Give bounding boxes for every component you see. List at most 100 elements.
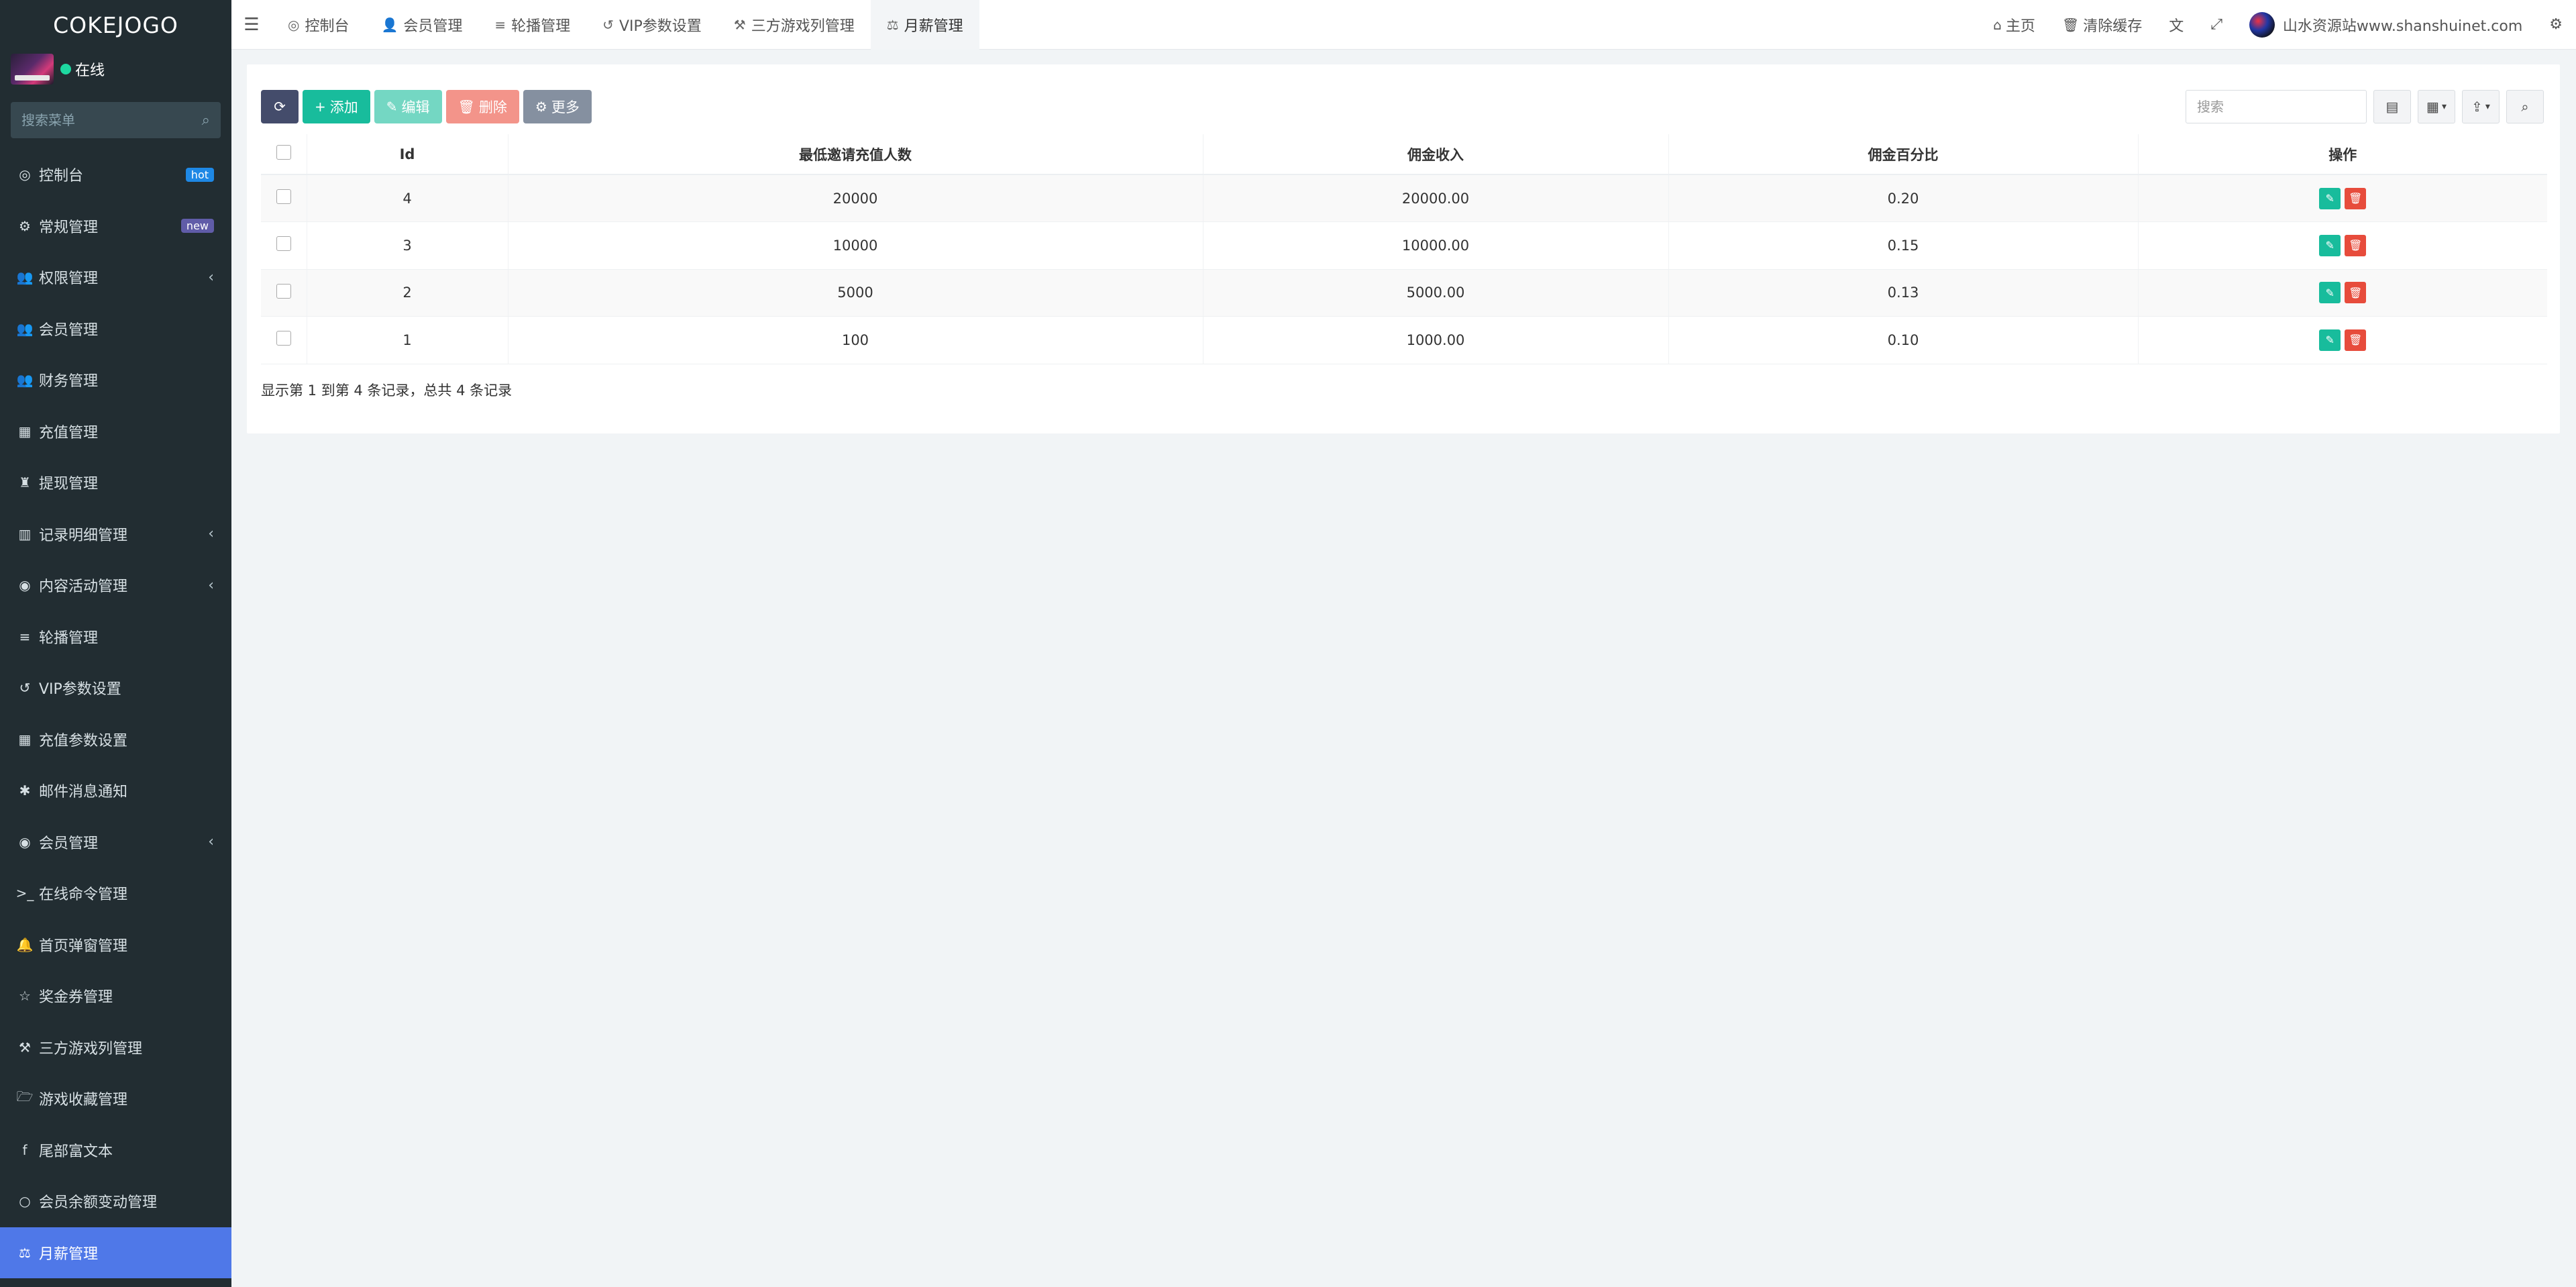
clear-cache-button[interactable]: 🗑 清除缓存: [2049, 0, 2155, 50]
row-checkbox[interactable]: [276, 189, 291, 204]
asterisk-icon: ✱: [19, 782, 31, 799]
balance-scale-icon: ⚖: [886, 16, 899, 33]
sidebar-item-0[interactable]: ◎ 控制台 hot: [0, 149, 231, 201]
tab-2[interactable]: ≡ 轮播管理: [478, 0, 586, 50]
cell-min-invite-count: 20000: [507, 174, 1203, 222]
row-actions: ✎ 🗑: [2319, 329, 2367, 351]
sidebar-item-7[interactable]: ▥ 记录明细管理 ‹: [0, 509, 231, 560]
row-checkbox[interactable]: [276, 331, 291, 346]
sidebar-item-16[interactable]: ☆ 奖金券管理: [0, 970, 231, 1022]
header-id[interactable]: Id: [306, 134, 508, 175]
menu-toggle-icon[interactable]: ☰: [231, 0, 272, 50]
export-button[interactable]: ⇪ ▾: [2462, 90, 2500, 123]
sidebar-item-14[interactable]: >_ 在线命令管理: [0, 868, 231, 919]
sidebar-item-label: 提现管理: [39, 476, 99, 493]
sidebar-badge: hot: [185, 167, 214, 182]
row-actions: ✎ 🗑: [2319, 234, 2367, 256]
row-edit-button[interactable]: ✎: [2319, 329, 2341, 351]
sidebar-item-15[interactable]: 🔔 首页弹窗管理: [0, 919, 231, 971]
table-row[interactable]: 1 100 1000.00 0.10 ✎ 🗑: [261, 316, 2547, 364]
tab-5[interactable]: ⚖ 月薪管理: [870, 0, 979, 50]
online-dot-icon: [60, 64, 71, 74]
refresh-button[interactable]: ⟳: [261, 90, 299, 123]
tab-label: 轮播管理: [511, 17, 571, 35]
clear-cache-label: 清除缓存: [2083, 17, 2143, 35]
sidebar-item-19[interactable]: f 尾部富文本: [0, 1125, 231, 1176]
cell-commission-percent: 0.13: [1668, 269, 2138, 317]
sidebar-item-3[interactable]: 👥 会员管理: [0, 303, 231, 355]
sidebar-item-1[interactable]: ⚙ 常规管理 new: [0, 201, 231, 252]
row-select-cell: [261, 269, 307, 317]
row-delete-button[interactable]: 🗑: [2345, 187, 2367, 209]
sidebar-item-12[interactable]: ✱ 邮件消息通知: [0, 765, 231, 817]
sidebar-item-20[interactable]: ○ 会员余额变动管理: [0, 1176, 231, 1227]
header-commission-income[interactable]: 佣金收入: [1202, 134, 1668, 175]
tab-4[interactable]: ⚒ 三方游戏列管理: [718, 0, 871, 50]
sidebar-item-6[interactable]: ♜ 提现管理: [0, 457, 231, 509]
toggle-view-button[interactable]: ▤: [2373, 90, 2411, 123]
table-row[interactable]: 2 5000 5000.00 0.13 ✎ 🗑: [261, 269, 2547, 317]
cell-commission-percent: 0.10: [1668, 316, 2138, 364]
settings-button[interactable]: ⚙: [2536, 0, 2576, 50]
menu-search-input[interactable]: [21, 112, 202, 128]
chevron-left-icon: ‹: [208, 576, 214, 594]
avatar: [11, 54, 54, 85]
search-icon[interactable]: ⌕: [202, 112, 210, 129]
fullscreen-button[interactable]: ⤢: [2197, 0, 2236, 50]
delete-button[interactable]: 🗑 删除: [445, 90, 519, 123]
tab-label: VIP参数设置: [619, 17, 702, 35]
table-toolbar: ⟳ + 添加 ✎ 编辑 🗑 删除 ⚙ 更多: [261, 90, 592, 123]
edit-button[interactable]: ✎ 编辑: [374, 90, 442, 123]
app-logo[interactable]: COKEJOGO: [0, 0, 231, 50]
table-row[interactable]: 4 20000 20000.00 0.20 ✎ 🗑: [261, 174, 2547, 222]
header-commission-percent[interactable]: 佣金百分比: [1668, 134, 2138, 175]
add-button[interactable]: + 添加: [303, 90, 370, 123]
select-all-checkbox[interactable]: [276, 145, 291, 160]
sidebar-item-21[interactable]: ⚖ 月薪管理: [0, 1227, 231, 1278]
cell-id: 3: [306, 221, 508, 270]
row-checkbox[interactable]: [276, 283, 291, 299]
row-edit-button[interactable]: ✎: [2319, 234, 2341, 256]
header-min-invite-count[interactable]: 最低邀请充值人数: [507, 134, 1203, 175]
more-button[interactable]: ⚙ 更多: [523, 90, 592, 123]
sidebar-item-11[interactable]: ▦ 充值参数设置: [0, 714, 231, 766]
home-link[interactable]: ⌂ 主页: [1980, 0, 2049, 50]
row-checkbox[interactable]: [276, 236, 291, 252]
edit-label: 编辑: [401, 99, 430, 115]
columns-button[interactable]: ▦ ▾: [2418, 90, 2455, 123]
tab-1[interactable]: 👤 会员管理: [365, 0, 478, 50]
row-delete-button[interactable]: 🗑: [2345, 282, 2367, 304]
cogs-icon: ⚙: [19, 217, 31, 234]
sidebar-item-13[interactable]: ◉ 会员管理 ‹: [0, 817, 231, 868]
row-edit-button[interactable]: ✎: [2319, 187, 2341, 209]
common-search-button[interactable]: ⌕: [2506, 90, 2544, 123]
table-row[interactable]: 3 10000 10000.00 0.15 ✎ 🗑: [261, 221, 2547, 270]
sidebar-item-8[interactable]: ◉ 内容活动管理 ‹: [0, 560, 231, 611]
sidebar-item-label: 会员余额变动管理: [39, 1194, 158, 1212]
sidebar-item-5[interactable]: ▦ 充值管理: [0, 406, 231, 458]
bars-icon: ≡: [19, 628, 31, 645]
table-search-input[interactable]: [2186, 90, 2367, 123]
sidebar-item-label: 内容活动管理: [39, 578, 128, 596]
user-menu[interactable]: 山水资源站www.shanshuinet.com: [2236, 0, 2536, 50]
sidebar-badge: new: [180, 219, 214, 234]
online-status: 在线: [60, 58, 105, 80]
sidebar-item-18[interactable]: 🗁 游戏收藏管理: [0, 1073, 231, 1125]
row-edit-button[interactable]: ✎: [2319, 282, 2341, 304]
sidebar-item-17[interactable]: ⚒ 三方游戏列管理: [0, 1022, 231, 1074]
language-icon: 文: [2169, 17, 2184, 35]
cogs-icon: ⚙: [2549, 16, 2563, 33]
user-circle-icon: ◉: [19, 833, 31, 850]
sidebar-item-4[interactable]: 👥 财务管理: [0, 354, 231, 406]
nav-tabs: ◎ 控制台 👤 会员管理 ≡ 轮播管理 ↺ VIP参数设置 ⚒ 三方游戏列管理 ⚖ 月薪管理: [272, 0, 979, 50]
sidebar-item-2[interactable]: 👥 权限管理 ‹: [0, 252, 231, 303]
tab-label: 月薪管理: [904, 17, 963, 35]
tab-0[interactable]: ◎ 控制台: [272, 0, 365, 50]
tab-3[interactable]: ↺ VIP参数设置: [586, 0, 718, 50]
row-delete-button[interactable]: 🗑: [2345, 234, 2367, 256]
sidebar-item-10[interactable]: ↺ VIP参数设置: [0, 662, 231, 714]
language-button[interactable]: 文: [2155, 0, 2197, 50]
row-delete-button[interactable]: 🗑: [2345, 329, 2367, 351]
chevron-left-icon: ‹: [208, 833, 214, 851]
sidebar-item-9[interactable]: ≡ 轮播管理: [0, 611, 231, 663]
